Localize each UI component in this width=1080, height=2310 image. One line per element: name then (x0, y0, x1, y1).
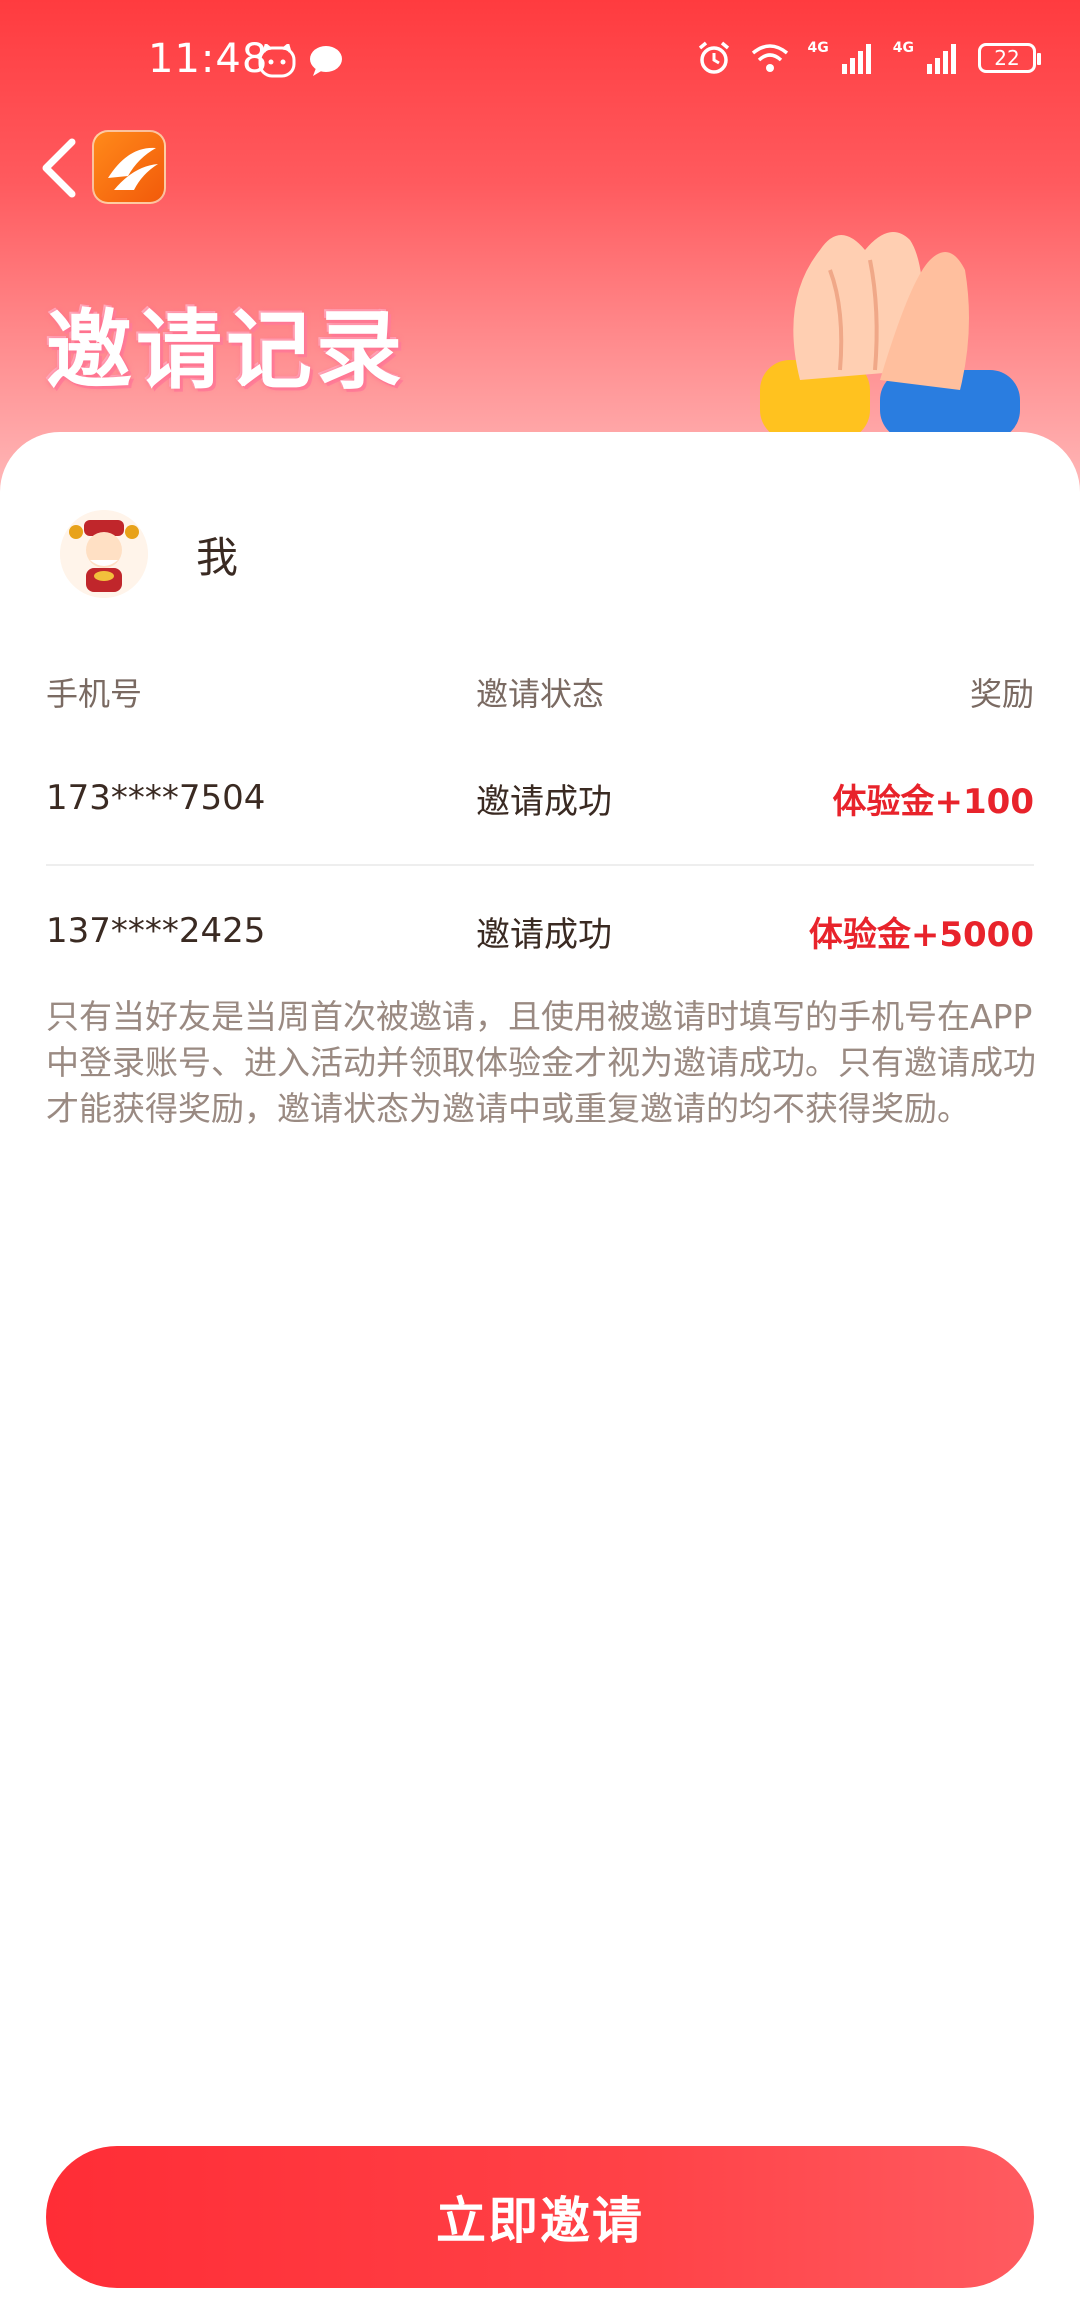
row-phone: 137****2425 (46, 911, 266, 951)
row-phone: 173****7504 (46, 778, 266, 818)
network-type-1: 4G (807, 40, 829, 56)
status-bar: 11:48 4G 4G 22 (0, 0, 1080, 120)
avatar (60, 510, 148, 598)
column-header-status: 邀请状态 (476, 675, 605, 713)
row-status: 邀请成功 (476, 781, 612, 822)
column-header-phone: 手机号 (46, 675, 143, 713)
rules-note: 只有当好友是当周首次被邀请，且使用被邀请时填写的手机号在APP中登录账号、进入活… (46, 997, 1036, 1128)
invite-table: 手机号 邀请状态 奖励 173****7504 邀请成功 体验金+100 137… (46, 652, 1034, 996)
signal-icon-2 (927, 44, 956, 74)
table-row: 137****2425 邀请成功 体验金+5000 (46, 864, 1034, 996)
row-reward: 体验金+5000 (808, 914, 1034, 955)
network-type-2: 4G (892, 40, 914, 56)
row-status: 邀请成功 (476, 914, 612, 955)
wifi-icon (751, 44, 788, 72)
table-row: 173****7504 邀请成功 体验金+100 (46, 732, 1034, 864)
record-card: 我 手机号 邀请状态 奖励 173****7504 邀请成功 体验金+100 1… (0, 432, 1080, 2310)
user-name: 我 (196, 532, 239, 582)
page-title: 邀请记录 (46, 301, 406, 401)
back-arrow-icon[interactable] (32, 130, 92, 206)
user-row: 我 (60, 510, 238, 598)
invite-now-button[interactable]: 立即邀请 (46, 2146, 1034, 2288)
column-header-reward: 奖励 (969, 675, 1034, 713)
row-reward: 体验金+100 (832, 781, 1034, 822)
app-logo-icon (92, 130, 166, 204)
signal-icon (841, 44, 871, 74)
cat-app-icon (258, 44, 296, 78)
alarm-icon (698, 41, 729, 74)
clasped-hands-icon (760, 232, 1020, 440)
table-header: 手机号 邀请状态 奖励 (46, 652, 1034, 732)
status-time: 11:48 (148, 36, 269, 82)
battery-indicator: 22 (978, 43, 1041, 73)
chat-bubble-icon (310, 46, 342, 76)
